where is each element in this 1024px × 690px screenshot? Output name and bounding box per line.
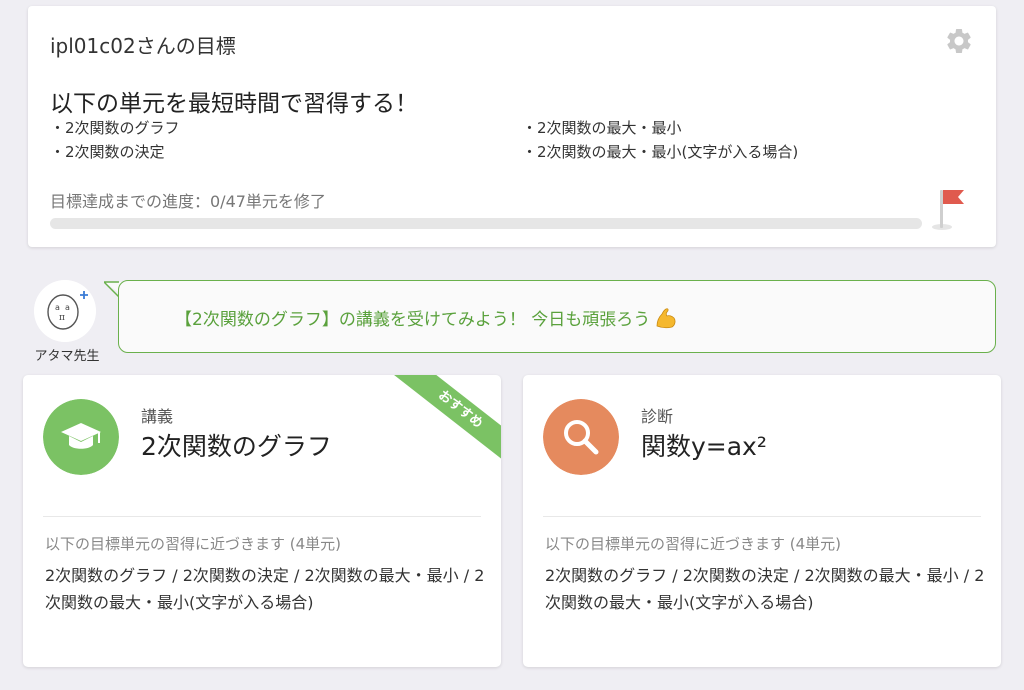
speech-bubble-text: 【2次関数のグラフ】の講義を受けてみよう！ 今日も頑張ろう <box>175 305 678 330</box>
svg-text:a: a <box>55 303 60 312</box>
goal-title: ipl01c02さんの目標 <box>50 34 236 58</box>
goal-unit-list: 2次関数のグラフ 2次関数の最大・最小 2次関数の決定 2次関数の最大・最小(文… <box>50 117 970 167</box>
goal-heading: 以下の単元を最短時間で習得する！ <box>50 91 418 117</box>
progress-bar <box>50 218 922 229</box>
teacher-name: アタマ先生 <box>34 349 100 364</box>
flexed-biceps-icon <box>656 308 676 329</box>
goal-unit-item: 2次関数のグラフ <box>50 117 180 138</box>
goal-unit-item: 2次関数の最大・最小(文字が入る場合) <box>522 141 798 162</box>
progress-label: 目標達成までの進度：0/47単元を修了 <box>50 192 326 211</box>
goal-flag-icon <box>932 190 964 230</box>
card-description: 2次関数のグラフ / 2次関数の決定 / 2次関数の最大・最小 / 2次関数の最… <box>545 566 985 612</box>
recommended-badge: おすすめ <box>385 375 501 473</box>
goal-card: ipl01c02さんの目標 以下の単元を最短時間で習得する！ 2次関数のグラフ … <box>28 6 996 247</box>
speech-bubble: 【2次関数のグラフ】の講義を受けてみよう！ 今日も頑張ろう <box>118 280 996 353</box>
card-divider <box>43 516 481 517</box>
diagnosis-card[interactable]: 診断 関数y=ax² 以下の目標単元の習得に近づきます (4単元) 2次関数のグ… <box>523 375 1001 667</box>
card-description: 2次関数のグラフ / 2次関数の決定 / 2次関数の最大・最小 / 2次関数の最… <box>45 566 485 612</box>
card-type-label: 診断 <box>641 407 674 426</box>
card-divider <box>543 516 981 517</box>
card-subtitle: 以下の目標単元の習得に近づきます (4単元) <box>45 535 342 553</box>
graduation-cap-icon <box>43 399 119 475</box>
svg-text:π: π <box>59 313 65 323</box>
lecture-card[interactable]: おすすめ 講義 2次関数のグラフ 以下の目標単元の習得に近づきます (4単元) … <box>23 375 501 667</box>
magnifier-icon <box>543 399 619 475</box>
svg-text:a: a <box>65 303 70 312</box>
card-title: 2次関数のグラフ <box>141 432 332 461</box>
recommended-ribbon: おすすめ <box>381 375 501 495</box>
card-subtitle: 以下の目標単元の習得に近づきます (4単元) <box>545 535 842 553</box>
card-title: 関数y=ax² <box>641 432 767 461</box>
goal-unit-item: 2次関数の最大・最小 <box>522 117 682 138</box>
card-type-label: 講義 <box>141 407 174 426</box>
teacher-message: 【2次関数のグラフ】の講義を受けてみよう！ 今日も頑張ろう <box>175 310 651 330</box>
teacher-avatar: a a π <box>34 280 96 342</box>
gear-icon[interactable] <box>944 26 974 56</box>
teacher: a a π アタマ先生 <box>28 280 106 364</box>
goal-unit-item: 2次関数の決定 <box>50 141 165 162</box>
